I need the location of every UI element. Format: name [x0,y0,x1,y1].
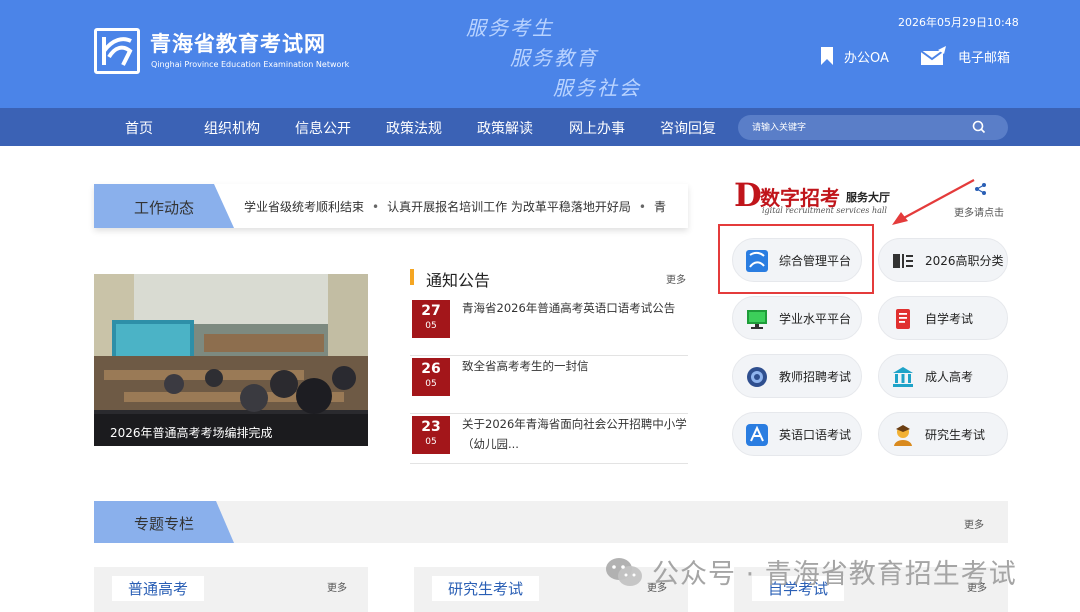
notice-title[interactable]: 青海省2026年普通高考英语口语考试公告 [462,298,688,318]
slogan-2: 服务教育 [510,46,598,70]
service-label: 英语口语考试 [779,428,852,442]
notice-item[interactable]: 26 05 致全省高考考生的一封信 [410,356,688,414]
graduate-icon [894,425,912,446]
slogan-3: 服务社会 [553,76,641,100]
service-label: 自学考试 [925,312,974,326]
nav-item-home[interactable]: 首页 [125,118,153,138]
column-card-gaokao: 普通高考 更多 [94,567,368,612]
service-teacher-recruitment[interactable]: 教师招聘考试 [732,354,862,398]
monitor-icon [747,310,767,329]
meeting-photo [94,274,368,446]
notice-accent-bar [410,269,414,285]
work-news-bar: 工作动态 学业省级统考顺利结束 • 认真开展报名培训工作 为改革平稳落地开好局 • 青 [94,184,688,228]
service-adult-college-exam[interactable]: 成人高考 [878,354,1008,398]
digital-logo-d: D [734,176,762,214]
site-title[interactable]: 青海省教育考试网 [150,28,326,58]
email-label: 电子邮箱 [958,50,1011,66]
email-link[interactable]: 电子邮箱 [920,46,1010,66]
nav-item-info-disclosure[interactable]: 信息公开 [295,118,351,138]
notice-month: 05 [425,437,437,447]
service-label: 综合管理平台 [779,254,852,268]
work-news-label: 工作动态 [134,199,195,217]
wechat-icon [606,557,642,586]
adult-exam-icon [893,367,913,387]
service-graduate-exam[interactable]: 研究生考试 [878,412,1008,456]
office-oa-label: 办公OA [844,50,889,66]
column-more-link[interactable]: 更多 [327,579,347,594]
site-subtitle: Qinghai Province Education Examination N… [151,60,350,69]
service-label: 研究生考试 [925,428,986,442]
search-input[interactable] [752,119,962,136]
annotation-arrow-icon [892,179,975,225]
logo-mark-icon [102,37,133,66]
office-oa-link[interactable]: 办公OA [820,46,889,66]
site-logo[interactable] [94,28,140,74]
ticker-item[interactable]: 学业省级统考顺利结束 [244,198,364,215]
news-ticker: 学业省级统考顺利结束 • 认真开展报名培训工作 为改革平稳落地开好局 • 青 [244,198,667,215]
special-topics-bar: 专题专栏 更多 [94,501,1008,543]
bookmark-icon [821,47,833,65]
nav-item-organization[interactable]: 组织机构 [204,118,260,138]
notice-title[interactable]: 致全省高考考生的一封信 [462,356,688,376]
notice-more-link[interactable]: 更多 [666,271,686,286]
column-tab[interactable]: 研究生考试 [432,576,540,601]
site-header: 青海省教育考试网 Qinghai Province Education Exam… [0,0,1080,108]
service-label: 2026高职分类 [925,254,1004,268]
notice-section-title: 通知公告 [426,271,491,290]
service-label: 教师招聘考试 [779,370,852,384]
special-topics-label: 专题专栏 [134,515,195,533]
ticker-item[interactable]: 青 [654,198,666,215]
search-box [738,115,1008,140]
notice-title[interactable]: 关于2026年青海省面向社会公开招聘中小学（幼儿园... [462,414,688,454]
nav-item-consult-reply[interactable]: 咨询回复 [660,118,716,138]
service-english-oral-exam[interactable]: 英语口语考试 [732,412,862,456]
watermark-text: 公众号 · 青海省教育招生考试 [652,559,1017,590]
english-icon [746,424,768,446]
nav-item-policies[interactable]: 政策法规 [386,118,442,138]
wechat-watermark: 公众号 · 青海省教育招生考试 [604,552,1017,591]
notice-day: 26 [421,361,441,377]
notice-date: 23 05 [412,416,450,454]
notice-date: 27 05 [412,300,450,338]
current-datetime: 2026年05月29日10:48 [898,16,1019,29]
nav-item-online-services[interactable]: 网上办事 [569,118,625,138]
service-vocational-classification[interactable]: 2026高职分类 [878,238,1008,282]
ticker-item[interactable]: 认真开展报名培训工作 为改革平稳落地开好局 [387,198,631,215]
mail-icon [920,46,946,65]
notice-item[interactable]: 27 05 青海省2026年普通高考英语口语考试公告 [410,298,688,356]
notice-day: 27 [421,303,441,319]
special-more-link[interactable]: 更多 [964,516,984,531]
slogan-1: 服务考生 [466,16,554,40]
management-platform-icon [746,250,768,272]
digital-logo-english: igital recruitment services hall [762,206,887,215]
notice-date: 26 05 [412,358,450,396]
notice-item[interactable]: 23 05 关于2026年青海省面向社会公开招聘中小学（幼儿园... [410,414,688,464]
service-academic-level-platform[interactable]: 学业水平平台 [732,296,862,340]
column-tab[interactable]: 普通高考 [112,576,205,601]
slideshow-caption[interactable]: 2026年普通高考考场编排完成 [110,424,273,441]
self-study-icon [896,309,910,329]
service-self-study-exam[interactable]: 自学考试 [878,296,1008,340]
news-slideshow[interactable]: 2026年普通高考考场编排完成 1 2 [94,274,368,446]
main-nav: 首页 组织机构 信息公开 政策法规 政策解读 网上办事 咨询回复 [0,108,1080,146]
notice-day: 23 [421,419,441,435]
search-icon[interactable] [972,120,986,134]
teacher-icon [747,367,767,387]
service-management-platform[interactable]: 综合管理平台 [732,238,862,282]
service-label: 学业水平平台 [779,312,852,326]
nav-item-policy-interpretation[interactable]: 政策解读 [477,118,533,138]
service-label: 成人高考 [925,370,974,384]
notice-month: 05 [425,379,437,389]
notice-month: 05 [425,321,437,331]
vocational-icon [893,254,913,268]
